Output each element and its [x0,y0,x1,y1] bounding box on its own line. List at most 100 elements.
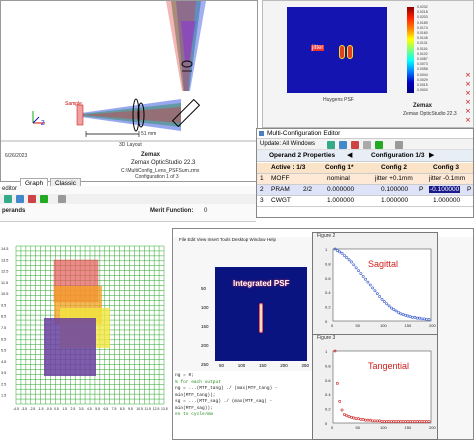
x-tick-label: 9.5 [128,407,133,411]
refresh-icon[interactable] [327,141,335,149]
x-tick-label: 6.5 [103,407,108,411]
psf-spot-2 [347,45,353,59]
x-tick-label: -0.5 [46,407,52,411]
footer-brand: Zemax [141,152,161,158]
y-tick-label: 10.5 [1,292,8,296]
y-tick-label: 14.5 [1,247,8,251]
mce-icon [259,131,264,136]
mce-toolbar2: Operand 2 Properties ◀ Configuration 1/3… [257,150,473,162]
psf-brand: Zemax [413,103,433,109]
figure2-window: Figure 2 1 0.8 0.6 0.4 0.2 0 0 50 100 150 200 Sagit… [312,232,438,338]
x-tick-label: 100 [380,425,387,430]
x-tick-label: 2.5 [71,407,76,411]
x-tick-label: 13.5 [161,407,168,411]
insert-icon[interactable] [16,195,24,203]
arrow-icon[interactable] [375,141,383,149]
y-tick-label: 0 [325,319,328,324]
matlab-menubar: File Edit View Insert Tools Desktop Wind… [179,237,277,242]
y-tick-label: 4.5 [1,360,6,364]
scale-label: 51 mm [141,131,157,137]
layout3d-drawing: Z [1,1,257,142]
x-tick-label: 0.5 [54,407,59,411]
y-tick-label: 11.5 [1,281,8,285]
x-tick-label: 100 [380,323,387,328]
x-tick-label: 12.5 [153,407,160,411]
mce-header-row: Active : 1/3 Config 1* Config 2 Config 3 [257,163,473,174]
y-tick-label: 1 [325,247,328,252]
merit-function-value: 0 [204,208,208,214]
psf-image [287,7,387,93]
y-tick-label: 2.5 [1,382,6,386]
svg-text:Z: Z [41,121,45,127]
gear-icon[interactable] [58,195,66,203]
layout3d-panel: Z Sample 51 mm 3D Layout 6/26/2023 Zemax… [0,0,258,182]
x-tick-label: 7.5 [112,407,117,411]
y-tick-label: 0.4 [325,290,331,295]
right-edge-markers: × × × × × × [465,71,471,124]
mce-toolbar1: Update: All Windows [257,139,473,150]
x-tick-label: 200 [429,323,436,328]
operand-properties[interactable]: Operand 2 Properties [269,152,335,159]
integrated-psf-title: Integrated PSF [233,279,290,288]
y-tick-label: 0.2 [325,407,331,412]
x-tick-label: -4.5 [13,407,19,411]
sample-label: Sample [65,101,82,107]
grid-svg: 14.513.512.511.510.59.58.57.56.55.54.53.… [1,245,168,411]
grid-plot: 14.5 13.5 12.5 11.5 10.5 9.5 8.5 7.5 6.5 5.5 4.5 3.… [0,228,170,440]
merit-function-label: Merit Function: [150,208,194,214]
figure2-title: Figure 2 [317,233,336,239]
figure3-title: Figure 3 [317,335,336,341]
y-tick-label: 0.2 [325,305,331,310]
copy-icon[interactable] [363,141,371,149]
y-tick-label: 5.5 [1,349,6,353]
x-tick-label: -2.5 [29,407,35,411]
next-config-button[interactable]: ▶ [429,151,434,159]
psf-colorbar [407,7,414,93]
delete-icon[interactable] [351,141,359,149]
psf-x-ticks: 50 100 150 200 250 [219,363,309,368]
delete-icon[interactable] [28,195,36,203]
figure2-plot: 1 0.8 0.6 0.4 0.2 00 50 100 150 200 Sagittal [325,247,436,328]
x-tick-label: 0 [331,323,334,328]
mce-titlebar: Multi-Configuration Editor [257,129,473,139]
table-row[interactable]: 3 CWGT 1.000000 1.000000 1.000000 [257,196,473,207]
x-tick-label: 11.5 [145,407,151,411]
y-tick-label: 8.5 [1,315,6,319]
table-row[interactable]: 2 PRAM 2/2 0.000000 0.100000 P -0.100000… [257,185,473,196]
update-dropdown[interactable]: Update: All Windows [260,141,315,147]
psf-line [259,303,263,333]
y-tick-label: 0.8 [325,363,331,368]
y-tick-label: 0 [325,421,328,426]
y-tick-label: 12.5 [1,270,8,274]
plot-label: Tangential [368,361,409,371]
y-tick-label: 1 [325,349,328,354]
mce-window: Multi-Configuration Editor Update: All W… [256,128,474,218]
insert-icon[interactable] [339,141,347,149]
x-tick-label: 0 [331,425,334,430]
settings-icon[interactable] [395,141,403,149]
arrow-icon[interactable] [40,195,48,203]
jitter-label: jitter [311,45,325,51]
x-tick-label: 4.5 [87,407,92,411]
y-tick-label: 0.4 [325,392,331,397]
configuration-label: Configuration 1/3 [371,152,425,159]
layout3d-caption: 3D Layout [119,142,142,148]
x-tick-label: 1.5 [62,407,67,411]
y-tick-label: 6.5 [1,337,6,341]
merit-editor: editor perands Merit Function: 0 [0,186,256,222]
y-tick-label: 1.5 [1,394,6,398]
operands-label: perands [2,208,26,214]
prev-config-button[interactable]: ◀ [347,151,352,159]
mce-title: Multi-Configuration Editor [267,130,341,137]
code-editor[interactable]: ng = 0; % for each output ng = ...(MTF_t… [173,371,313,439]
x-tick-label: 3.5 [79,407,84,411]
y-tick-label: 9.5 [1,303,6,307]
figure3-plot: 1 0.8 0.6 0.4 0.2 00 50 100 150 200 Tangential [325,349,436,430]
y-tick-label: 0.6 [325,276,331,281]
x-tick-label: 5.5 [95,407,100,411]
table-row[interactable]: 1 MOFF nominal jitter +0.1mm jitter -0.1… [257,174,473,185]
psf-y-ticks: 50 100 150 200 250 [201,286,209,367]
psf-window: jitter 0.0232 0.0218 0.0203 0.0189 0.0174 0.0… [262,0,474,128]
refresh-icon[interactable] [4,195,12,203]
psf-product: Zemax OpticStudio 22.3 [403,111,457,117]
